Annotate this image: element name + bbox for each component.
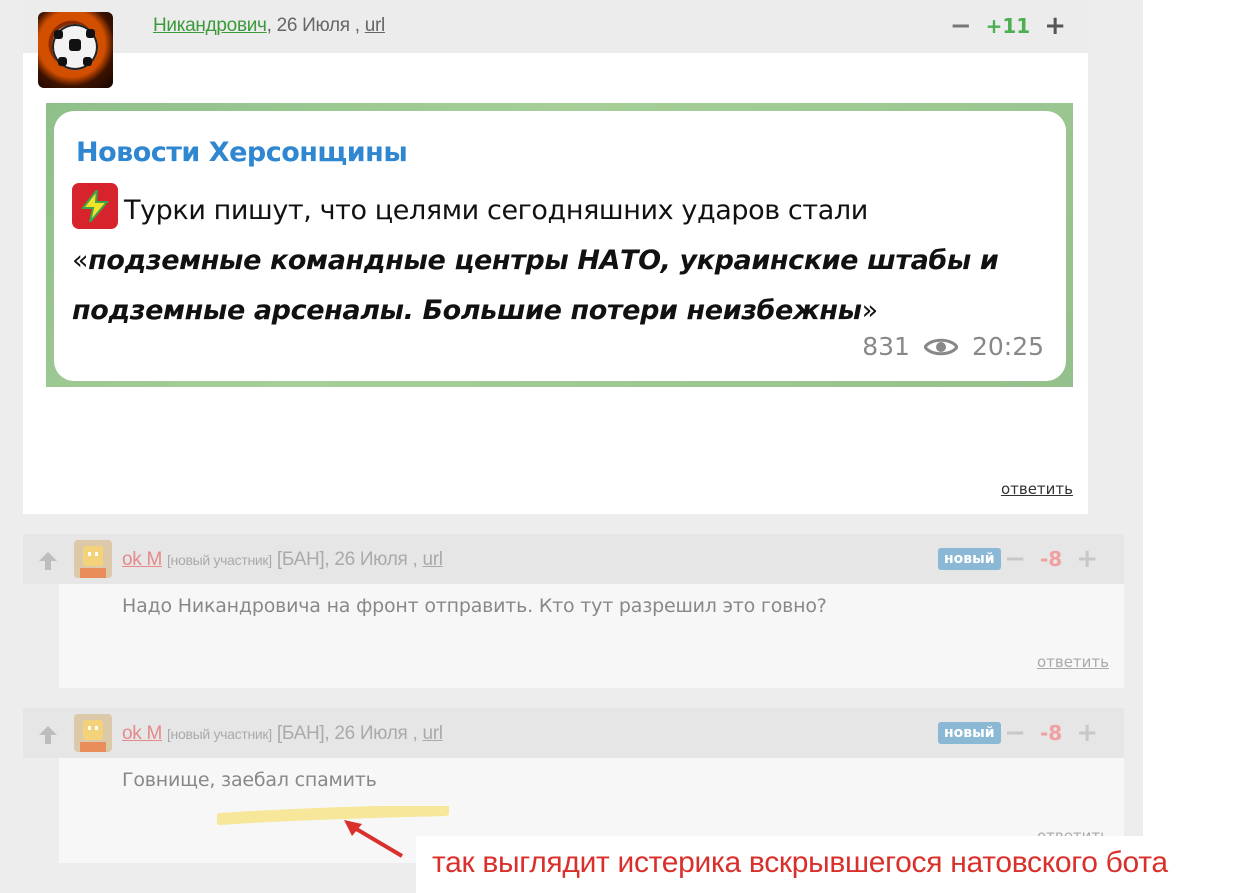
comment-meta: ok M [новый участник] [БАН], 26 Июля , u… [122,723,443,745]
comment-date: , 26 Июля , [324,723,418,744]
comment-main: Никандрович, 26 Июля , url − +11 + Новос… [23,0,1088,514]
vote-down-button[interactable]: − [1004,720,1026,746]
role-label: [новый участник] [166,552,272,568]
vote-down-button[interactable]: − [950,13,972,39]
author-link[interactable]: Никандрович [153,15,267,36]
avatar[interactable] [74,714,112,752]
ban-label: [БАН] [276,723,325,744]
comment-text: Надо Никандровича на фронт отправить. Кт… [122,595,827,617]
vote-up-button[interactable]: + [1076,720,1098,746]
comment-header: ok M [новый участник] [БАН], 26 Июля , u… [23,534,1124,584]
vote-down-button[interactable]: − [1004,546,1026,572]
eye-icon [923,338,958,355]
vote-controls: − -8 + [1004,720,1098,746]
score: -8 [1039,547,1063,571]
arrow-up-icon[interactable] [37,550,59,572]
comment-header: ok M [новый участник] [БАН], 26 Июля , u… [23,708,1124,758]
post-text-close: » [861,295,879,326]
author-link[interactable]: ok M [122,549,162,570]
post-text: Турки пишут, что целями сегодняшних удар… [72,183,1047,336]
avatar[interactable] [38,12,113,88]
ban-label: [БАН] [276,549,325,570]
post-footer: 831 20:25 [862,332,1044,361]
highlight-underline [217,806,449,825]
author-link[interactable]: ok M [122,723,162,744]
vote-up-button[interactable]: + [1044,13,1066,39]
post-text-emphasis: подземные командные центры НАТО, украинс… [72,245,999,326]
telegram-post: Новости Херсонщины Турки пишут, что целя… [54,111,1066,381]
reply-comment: ok M [новый участник] [БАН], 26 Июля , u… [23,534,1124,688]
score: +11 [985,14,1031,38]
score: -8 [1039,721,1063,745]
vote-controls: − -8 + [1004,546,1098,572]
permalink[interactable]: url [365,15,386,36]
page-right-margin [1143,0,1245,893]
reply-link[interactable]: ответить [1037,653,1109,671]
comment-meta: Никандрович, 26 Июля , url [153,15,385,37]
post-time: 20:25 [971,332,1044,361]
comment-date: , 26 Июля , [266,15,360,36]
permalink[interactable]: url [422,723,443,744]
reply-link[interactable]: ответить [1001,480,1073,498]
role-label: [новый участник] [166,726,272,742]
avatar[interactable] [74,540,112,578]
vote-up-button[interactable]: + [1076,546,1098,572]
lightning-icon [72,183,118,229]
new-badge: новый [938,548,1001,570]
view-count: 831 [862,332,910,361]
new-badge: новый [938,722,1001,744]
comment-date: , 26 Июля , [324,549,418,570]
arrow-up-icon[interactable] [37,724,59,746]
comment-meta: ok M [новый участник] [БАН], 26 Июля , u… [122,549,443,571]
permalink[interactable]: url [422,549,443,570]
annotation-text: так выглядит истерика вскрывшегося натов… [432,846,1168,879]
channel-name: Новости Херсонщины [76,137,408,168]
embedded-image: Новости Херсонщины Турки пишут, что целя… [46,103,1073,387]
comment-text: Говнище, заебал спамить [122,769,377,791]
comment-body: Надо Никандровича на фронт отправить. Кт… [59,584,1124,688]
vote-controls: − +11 + [950,13,1066,39]
arrow-pointer-icon [344,820,404,858]
soccer-ball-icon [52,24,98,70]
